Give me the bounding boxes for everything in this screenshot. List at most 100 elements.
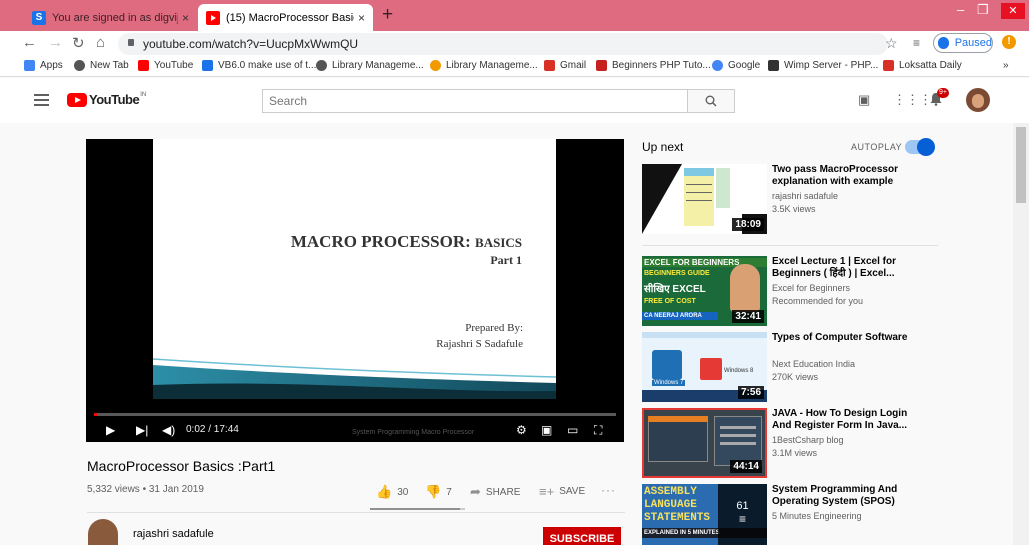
recommended-video-4[interactable]: 44:14 JAVA - How To Design Login And Reg…: [642, 408, 938, 478]
reading-list-icon[interactable]: ≡: [913, 36, 920, 50]
menu-icon[interactable]: [34, 94, 49, 109]
google-icon: [712, 60, 723, 71]
globe-icon: [316, 60, 327, 71]
bookmark-library-2[interactable]: Library Manageme...: [430, 60, 538, 71]
tab-close-icon[interactable]: ×: [182, 11, 189, 25]
recommended-video-3[interactable]: Windows 7 Windows 8 7:56 Types of Comput…: [642, 332, 938, 402]
url-text[interactable]: youtube.com/watch?v=UucpMxWwmQU: [143, 37, 358, 51]
browser-tab-youtube[interactable]: (15) MacroProcessor Basics :Part ×: [198, 4, 373, 31]
bookmark-google[interactable]: Google: [712, 60, 760, 71]
like-button[interactable]: 👍 30: [376, 484, 408, 500]
recommended-title[interactable]: System Programming And Operating System …: [772, 484, 912, 508]
bookmarks-more-icon[interactable]: »: [1003, 60, 1009, 71]
bookmark-label: Library Manageme...: [446, 60, 538, 71]
profile-paused-button[interactable]: Paused: [933, 33, 993, 53]
bookmark-php[interactable]: Beginners PHP Tuto...: [596, 60, 711, 71]
share-button[interactable]: ➦ SHARE: [470, 484, 520, 500]
tab-close-icon[interactable]: ×: [358, 11, 365, 25]
divider: [642, 245, 938, 246]
settings-icon[interactable]: ⚙: [516, 423, 527, 437]
create-video-icon[interactable]: ▣: [858, 92, 870, 108]
slide-wave-graphic: [153, 358, 556, 399]
play-icon[interactable]: ▶: [106, 423, 115, 437]
bookmark-label: Loksatta Daily: [899, 60, 962, 71]
slide-title: MACRO PROCESSOR: BASICS: [290, 232, 522, 251]
hl-icon: [596, 60, 607, 71]
tab-title: You are signed in as digvijay.patil: [52, 11, 178, 24]
dislike-button[interactable]: 👎 7: [425, 484, 452, 500]
back-icon[interactable]: ←: [22, 34, 37, 51]
youtube-logo[interactable]: YouTube IN: [67, 92, 146, 107]
forward-icon[interactable]: →: [48, 34, 63, 51]
recommended-title[interactable]: Types of Computer Software: [772, 332, 912, 356]
playlist-thumbnail[interactable]: ASSEMBLY LANGUAGE STATEMENTS EXPLAINED I…: [642, 484, 767, 545]
new-tab-button[interactable]: +: [382, 5, 393, 25]
video-duration: 18:09: [732, 218, 764, 231]
avatar[interactable]: [966, 88, 990, 112]
autoplay-toggle[interactable]: [905, 138, 935, 156]
reload-icon[interactable]: ↻: [72, 34, 85, 52]
bookmark-label: Google: [728, 60, 761, 71]
gmail-icon: [544, 60, 555, 71]
recommended-title[interactable]: Two pass MacroProcessor explanation with…: [772, 164, 912, 188]
recommended-title[interactable]: Excel Lecture 1 | Excel for Beginners ( …: [772, 256, 912, 280]
bookmark-library-1[interactable]: Library Manageme...: [316, 60, 424, 71]
channel-avatar[interactable]: [88, 519, 118, 545]
video-thumbnail[interactable]: 18:09: [642, 164, 767, 234]
bookmark-vb6[interactable]: VB6.0 make use of t...: [202, 60, 316, 71]
page-scrollbar[interactable]: [1013, 123, 1029, 545]
bookmark-youtube[interactable]: YouTube: [138, 60, 193, 71]
youtube-icon: [206, 10, 220, 25]
video-player[interactable]: MACRO PROCESSOR: BASICS Part 1 Prepared …: [86, 139, 624, 442]
logo-region: IN: [140, 92, 147, 98]
recommended-video-2[interactable]: EXCEL FOR BEGINNERS BEGINNERS GUIDE सीखि…: [642, 256, 938, 326]
bookmarks-bar: Apps New Tab YouTube VB6.0 make use of t…: [0, 57, 1029, 77]
video-title: MacroProcessor Basics :Part1: [87, 458, 276, 474]
bookmark-new-tab[interactable]: New Tab: [74, 60, 129, 71]
home-icon[interactable]: ⌂: [96, 34, 105, 51]
recommended-title[interactable]: JAVA - How To Design Login And Register …: [772, 408, 912, 432]
bookmark-gmail[interactable]: Gmail: [544, 60, 586, 71]
scrollbar-thumb[interactable]: [1016, 127, 1026, 203]
recommended-channel: 1BestCsharp blog: [772, 435, 844, 445]
browser-tab-signed-in[interactable]: S You are signed in as digvijay.patil ×: [24, 4, 197, 31]
bookmark-star-icon[interactable]: ☆: [885, 35, 898, 52]
theater-mode-icon[interactable]: ▭: [567, 423, 578, 437]
search-box[interactable]: [262, 89, 688, 113]
video-time: 0:02 / 17:44: [186, 424, 239, 435]
subscribe-button[interactable]: SUBSCRIBE: [543, 527, 621, 545]
bookmark-apps[interactable]: Apps: [24, 60, 63, 71]
bookmark-wamp[interactable]: Wimp Server - PHP...: [768, 60, 878, 71]
next-icon[interactable]: ▶|: [136, 423, 148, 437]
restore-icon[interactable]: ❐: [977, 2, 989, 18]
youtube-play-icon: [67, 92, 87, 107]
profile-icon: [938, 37, 949, 49]
lock-icon[interactable]: [128, 39, 134, 46]
apps-grid-icon[interactable]: ⋮⋮⋮: [893, 92, 932, 108]
window-close-icon[interactable]: ✕: [1001, 3, 1025, 19]
bookmark-loksatta[interactable]: Loksatta Daily: [883, 60, 962, 71]
recommended-channel: 5 Minutes Engineering: [772, 511, 862, 521]
apps-icon: [24, 60, 35, 71]
update-info-icon[interactable]: !: [1002, 35, 1016, 49]
minimize-icon[interactable]: –: [957, 2, 964, 17]
progress-fill: [94, 413, 97, 416]
save-button[interactable]: ≡+ SAVE: [539, 484, 585, 499]
miniplayer-icon[interactable]: ▣: [541, 423, 552, 437]
recommended-video-1[interactable]: 18:09 Two pass MacroProcessor explanatio…: [642, 164, 938, 234]
search-input[interactable]: [263, 90, 687, 112]
video-thumbnail[interactable]: Windows 7 Windows 8 7:56: [642, 332, 767, 402]
progress-bar[interactable]: [94, 413, 616, 416]
bookmark-label: Wimp Server - PHP...: [784, 60, 879, 71]
search-button[interactable]: [687, 89, 735, 113]
more-actions-icon[interactable]: ···: [601, 483, 616, 497]
divider: [87, 512, 625, 513]
recommended-playlist-5[interactable]: ASSEMBLY LANGUAGE STATEMENTS EXPLAINED I…: [642, 484, 938, 545]
video-thumbnail[interactable]: EXCEL FOR BEGINNERS BEGINNERS GUIDE सीखि…: [642, 256, 767, 326]
recommended-channel: Next Education India: [772, 359, 856, 369]
volume-icon[interactable]: ◀): [162, 423, 175, 437]
channel-name[interactable]: rajashri sadafule: [133, 528, 214, 540]
fullscreen-icon[interactable]: ⛶: [594, 423, 602, 438]
paused-label: Paused: [954, 37, 992, 49]
video-thumbnail[interactable]: 44:14: [642, 408, 767, 478]
